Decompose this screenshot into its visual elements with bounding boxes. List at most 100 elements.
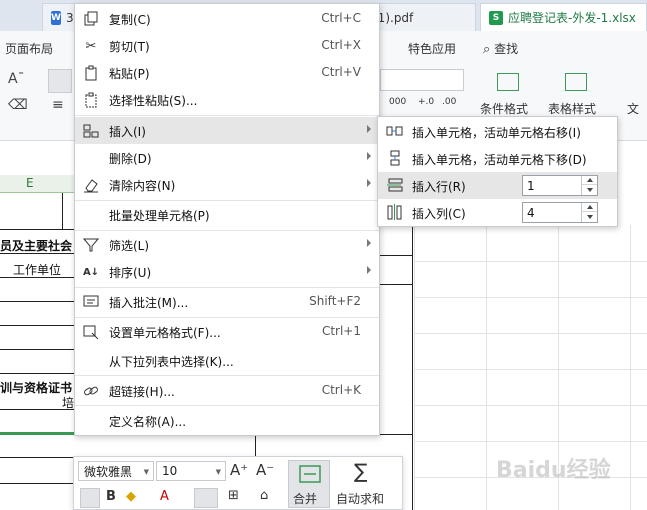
table-border [255, 436, 256, 456]
insert-shift-right-icon [386, 123, 404, 139]
paste-icon [83, 65, 99, 81]
menu-item-shortcut: Ctrl+V [321, 65, 361, 79]
insert-column-count-input[interactable] [523, 203, 581, 222]
chevron-right-icon [367, 179, 371, 187]
doc-partial-label[interactable]: 文 [627, 100, 639, 117]
column-header-label: E [26, 176, 34, 190]
insert-row-count-input[interactable] [523, 176, 581, 195]
conditional-format-button[interactable]: 条件格式 [480, 100, 528, 117]
align-button[interactable] [194, 488, 218, 508]
menu-item-label: 超链接(H)... [109, 385, 175, 399]
tab-page-layout[interactable]: 页面布局 [5, 40, 53, 57]
table-style-icon [565, 73, 587, 91]
submenu-item-insert-column[interactable]: 插入列(C) [378, 199, 617, 226]
font-size-icon[interactable]: Aˉ [8, 71, 25, 87]
menu-item-copy[interactable]: 复制(C) Ctrl+C [75, 5, 379, 32]
clear-format-icon[interactable]: ⌂ [260, 488, 268, 503]
increase-decimal-button[interactable]: +.0 [418, 97, 434, 107]
grid-line [414, 225, 415, 510]
search-button[interactable]: ⌕ 查找 [483, 40, 518, 57]
menu-item-sort[interactable]: A↓ 排序(U) [75, 258, 379, 285]
menu-item-define-name[interactable]: 定义名称(A)... [75, 407, 379, 434]
watermark: Baidu经验 [496, 458, 611, 483]
table-border [0, 349, 74, 350]
menu-item-paste[interactable]: 粘贴(P) Ctrl+V [75, 59, 379, 86]
font-size-select[interactable]: 10 ▼ [156, 461, 226, 481]
menu-item-insert-comment[interactable]: 插入批注(M)... Shift+F2 [75, 288, 379, 315]
insert-column-count-stepper[interactable] [522, 202, 598, 223]
menu-item-clear-contents[interactable]: 清除内容(N) [75, 171, 379, 198]
cell-family-header[interactable]: 员及主要社会 [0, 237, 72, 254]
menu-item-shortcut: Ctrl+K [321, 383, 361, 397]
grid-line [486, 225, 487, 510]
menu-item-label: 选择性粘贴(S)... [109, 94, 198, 108]
submenu-item-label: 插入行(R) [412, 180, 466, 194]
tab-special-apps[interactable]: 特色应用 [408, 40, 456, 57]
cell-workplace[interactable]: 工作单位 [13, 261, 61, 278]
increase-font-icon[interactable]: A⁺ [230, 461, 248, 479]
arrow-down-icon [586, 187, 593, 192]
tab-document-pdf[interactable]: (1).pdf [370, 3, 476, 31]
number-format-select[interactable] [380, 69, 464, 91]
stepper-down-button[interactable] [582, 212, 597, 221]
format-painter-icon[interactable] [80, 488, 100, 508]
cell-partial[interactable]: 培 [62, 394, 74, 411]
menu-item-delete[interactable]: 删除(D) [75, 144, 379, 171]
menu-separator [75, 375, 379, 376]
table-border [0, 373, 74, 374]
align-top-button[interactable] [48, 69, 72, 93]
decrease-decimal-button[interactable]: .00 [442, 97, 456, 107]
table-style-button[interactable]: 表格样式 [548, 100, 596, 117]
stepper-down-button[interactable] [582, 185, 597, 194]
font-name-select[interactable]: 微软雅黑 ▼ [78, 461, 154, 481]
menu-item-pick-from-list[interactable]: 从下拉列表中选择(K)... [75, 347, 379, 374]
table-border [0, 483, 74, 484]
tab-document-xlsx[interactable]: S 应聘登记表-外发-1.xlsx [480, 3, 647, 31]
menu-item-shortcut: Ctrl+C [321, 11, 361, 25]
insert-row-count-stepper[interactable] [522, 175, 598, 196]
menu-item-filter[interactable]: 筛选(L) [75, 231, 379, 258]
menu-item-label: 设置单元格格式(F)... [109, 326, 221, 340]
eraser-icon [83, 177, 99, 193]
menu-item-format-cells[interactable]: 设置单元格格式(F)... Ctrl+1 [75, 318, 379, 345]
chevron-right-icon [367, 152, 371, 160]
font-color-icon[interactable]: A [160, 489, 169, 504]
sort-icon: A↓ [82, 266, 100, 278]
font-name-value: 微软雅黑 [84, 464, 133, 479]
decrease-font-icon[interactable]: A⁻ [256, 461, 274, 479]
align-left-icon[interactable]: ≡ [52, 97, 64, 113]
table-border [0, 229, 74, 230]
table-border [380, 434, 413, 435]
submenu-item-insert-row[interactable]: 插入行(R) [378, 172, 617, 199]
menu-item-label: 剪切(T) [109, 40, 150, 54]
menu-separator [75, 405, 379, 406]
menu-separator [75, 115, 379, 116]
menu-item-label: 插入(I) [109, 125, 146, 139]
stepper-up-button[interactable] [582, 203, 597, 212]
autosum-button[interactable]: 自动求和 [336, 490, 384, 507]
search-icon: ⌕ [483, 42, 491, 57]
insert-column-icon [386, 204, 404, 220]
merge-button[interactable]: 合并 [288, 460, 330, 508]
menu-item-label: 排序(U) [109, 266, 152, 280]
table-border [62, 193, 63, 229]
menu-item-cut[interactable]: ✂ 剪切(T) Ctrl+X [75, 32, 379, 59]
insert-shift-down-icon [386, 150, 404, 166]
submenu-item-shift-down[interactable]: 插入单元格，活动单元格下移(D) [378, 145, 617, 172]
menu-item-insert[interactable]: 插入(I) [75, 117, 379, 144]
grid-line [414, 333, 647, 334]
column-header-e[interactable]: E [0, 175, 74, 193]
fill-color-icon[interactable]: ◆ [126, 489, 136, 504]
menu-item-paste-special[interactable]: 选择性粘贴(S)... [75, 86, 379, 113]
bold-icon[interactable]: B [106, 489, 116, 504]
submenu-item-shift-right[interactable]: 插入单元格，活动单元格右移(I) [378, 118, 617, 145]
eraser-icon[interactable]: ⌫ [8, 97, 28, 113]
menu-item-label: 从下拉列表中选择(K)... [109, 355, 234, 369]
menu-item-hyperlink[interactable]: 超链接(H)... Ctrl+K [75, 377, 379, 404]
borders-icon[interactable]: ⊞ [228, 488, 239, 503]
stepper-up-button[interactable] [582, 176, 597, 185]
menu-item-batch-process[interactable]: 批量处理单元格(P) [75, 201, 379, 228]
grid-line [414, 261, 647, 262]
menu-item-label: 筛选(L) [109, 239, 150, 253]
thousands-separator-button[interactable]: 000 [389, 97, 406, 107]
